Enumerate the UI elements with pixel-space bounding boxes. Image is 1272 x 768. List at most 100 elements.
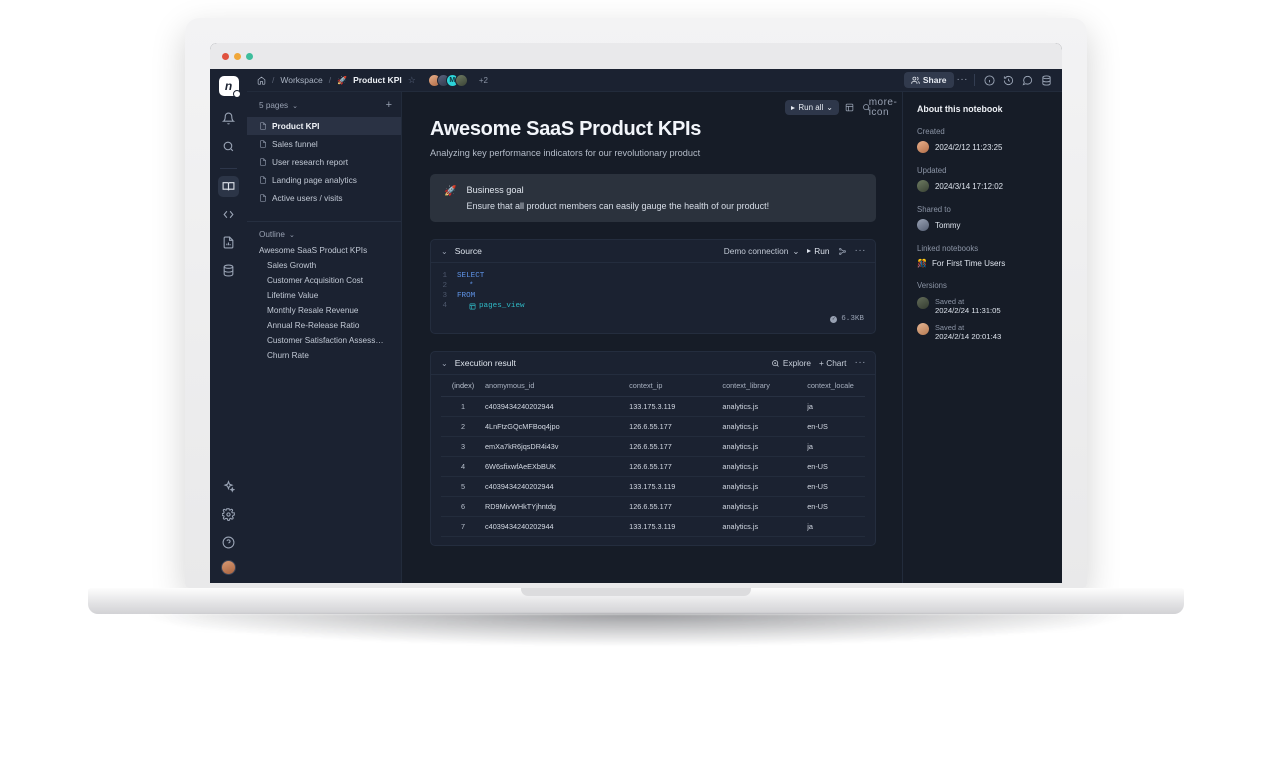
breadcrumb-page[interactable]: Product KPI: [353, 75, 402, 85]
home-icon[interactable]: [257, 76, 266, 85]
table-row[interactable]: 5 c4039434240202944 133.175.3.119 analyt…: [441, 476, 865, 497]
run-all-button[interactable]: Run all ⌄: [785, 100, 839, 115]
page-icon: [259, 194, 267, 202]
collaborator-avatars[interactable]: M: [427, 73, 468, 87]
outline-item-1[interactable]: Sales Growth: [247, 258, 401, 273]
help-icon[interactable]: [218, 532, 239, 553]
cell-context-locale: en-US: [807, 416, 865, 437]
chevron-down-icon[interactable]: ⌄: [441, 359, 448, 368]
search-icon[interactable]: [218, 136, 239, 157]
outline-item-0[interactable]: Awesome SaaS Product KPIs: [247, 243, 401, 258]
sidebar-item-sales-funnel[interactable]: Sales funnel: [247, 135, 401, 153]
explore-button[interactable]: Explore: [771, 358, 811, 368]
share-button[interactable]: Share: [903, 72, 954, 88]
cell-context-library: analytics.js: [722, 516, 808, 537]
outline-item-7[interactable]: Churn Rate: [247, 348, 401, 363]
notebook-canvas: Run all ⌄ more-icon Awesome SaaS Product…: [402, 92, 902, 583]
version-item[interactable]: Saved at 2024/2/24 11:31:05: [917, 297, 1048, 316]
bell-icon[interactable]: [218, 108, 239, 129]
info-icon[interactable]: [981, 72, 997, 88]
add-page-button[interactable]: +: [386, 100, 392, 111]
column-header-context-locale[interactable]: context_locale: [807, 375, 865, 397]
run-all-label: Run all: [798, 103, 824, 112]
sidebar-item-active-users-visits[interactable]: Active users / visits: [247, 189, 401, 207]
cell-anomymous-id: 6W6sfixwfAeEXbBUK: [485, 456, 630, 477]
avatar[interactable]: [917, 180, 929, 192]
outline-item-2[interactable]: Customer Acquisition Cost: [247, 273, 401, 288]
chevron-down-icon[interactable]: ⌄: [441, 247, 448, 256]
result-table: (index) anomymous_id context_ip context_…: [441, 375, 865, 537]
history-icon[interactable]: [1000, 72, 1016, 88]
canvas-more-button[interactable]: more-icon: [869, 97, 897, 117]
result-more-button[interactable]: ···: [855, 358, 867, 368]
code-icon[interactable]: [218, 204, 239, 225]
topbar-divider: [974, 74, 975, 86]
run-button[interactable]: Run: [807, 246, 830, 256]
cell-index: 7: [441, 516, 485, 537]
table-row[interactable]: 3 emXa7kR6jqsDR4i43v 126.6.55.177 analyt…: [441, 436, 865, 457]
pages-count-label[interactable]: 5 pages: [259, 101, 288, 110]
collaborator-avatar-4[interactable]: [454, 73, 468, 87]
connection-select[interactable]: Demo connection ⌄: [724, 246, 800, 256]
outline-label[interactable]: Outline: [259, 230, 285, 239]
result-block: ⌄ Execution result Explore + Chart ··· (…: [430, 351, 876, 546]
sql-editor[interactable]: 1 SELECT 2 * 3 FROM 4 pages_view ✓ 6.3KB: [431, 263, 875, 333]
topbar-more-button[interactable]: ···: [957, 75, 969, 85]
cell-anomymous-id: c4039434240202944: [485, 516, 630, 537]
sql-table-ref[interactable]: pages_view: [457, 302, 525, 310]
column-header-context-ip[interactable]: context_ip: [629, 375, 723, 397]
cell-context-ip: 126.6.55.177: [629, 456, 723, 477]
avatar: [917, 297, 929, 309]
app-logo[interactable]: n: [218, 76, 241, 98]
outline-item-4[interactable]: Monthly Resale Revenue: [247, 303, 401, 318]
breadcrumb-workspace[interactable]: Workspace: [280, 75, 322, 85]
gear-icon[interactable]: [218, 504, 239, 525]
main-column: / Workspace / 🚀 Product KPI ☆ M +2 Share…: [247, 69, 1062, 583]
table-row[interactable]: 7 c4039434240202944 133.175.3.119 analyt…: [441, 516, 865, 537]
version-item[interactable]: Saved at 2024/2/14 20:01:43: [917, 322, 1048, 342]
chevron-down-icon[interactable]: ⌄: [289, 231, 295, 239]
minimize-button[interactable]: [234, 52, 241, 60]
add-chart-button[interactable]: + Chart: [819, 358, 846, 368]
maximize-button[interactable]: [246, 52, 253, 60]
scene: n / Workspace / 🚀 Product KPI ☆ M +2 Sha…: [0, 0, 1272, 768]
column-header-index[interactable]: (index): [441, 375, 485, 397]
outline-item-5[interactable]: Annual Re-Release Ratio: [247, 318, 401, 333]
source-more-button[interactable]: ···: [855, 246, 867, 256]
outline-item-3[interactable]: Lifetime Value: [247, 288, 401, 303]
sidebar-item-user-research-report[interactable]: User research report: [247, 153, 401, 171]
table-row[interactable]: 6 RD9MivWHkTYjhntdg 126.6.55.177 analyti…: [441, 496, 865, 517]
cell-anomymous-id: emXa7kR6jqsDR4i43v: [485, 436, 630, 457]
linked-notebook-item[interactable]: 🎊 For First Time Users: [917, 259, 1048, 268]
database-icon[interactable]: [218, 260, 239, 281]
star-icon[interactable]: ☆: [408, 75, 416, 86]
result-block-header: ⌄ Execution result Explore + Chart ···: [431, 352, 875, 375]
table-row[interactable]: 4 6W6sfixwfAeEXbBUK 126.6.55.177 analyti…: [441, 456, 865, 477]
sparkle-icon[interactable]: [218, 476, 239, 497]
close-button[interactable]: [222, 52, 229, 60]
notebook-icon[interactable]: [218, 176, 239, 197]
cell-context-ip: 126.6.55.177: [629, 436, 723, 457]
outline-item-6[interactable]: Customer Satisfaction Assessm…: [247, 333, 401, 348]
sidebar-item-landing-page-analytics[interactable]: Landing page analytics: [247, 171, 401, 189]
table-row[interactable]: 1 c4039434240202944 133.175.3.119 analyt…: [441, 396, 865, 417]
cell-context-library: analytics.js: [722, 436, 808, 457]
chevron-down-icon[interactable]: ⌄: [292, 102, 298, 110]
avatar[interactable]: [917, 219, 929, 231]
avatar[interactable]: [917, 141, 929, 153]
file-icon[interactable]: [218, 232, 239, 253]
cell-context-library: analytics.js: [722, 476, 808, 497]
comment-icon[interactable]: [1019, 72, 1035, 88]
sidebar-item-product-kpi[interactable]: Product KPI: [247, 117, 401, 135]
column-header-context-library[interactable]: context_library: [722, 375, 808, 397]
avatar[interactable]: [221, 560, 236, 575]
layout-icon[interactable]: [842, 101, 856, 115]
lineage-icon[interactable]: [838, 247, 847, 256]
database-icon[interactable]: [1038, 72, 1054, 88]
shared-to-label: Shared to: [917, 205, 951, 214]
cell-context-ip: 133.175.3.119: [629, 476, 723, 497]
page-icon: [259, 176, 267, 184]
column-header-anomymous-id[interactable]: anomymous_id: [485, 375, 630, 397]
table-row[interactable]: 2 4LnFtzGQcMFBoq4jpo 126.6.55.177 analyt…: [441, 416, 865, 437]
created-label: Created: [917, 127, 945, 136]
